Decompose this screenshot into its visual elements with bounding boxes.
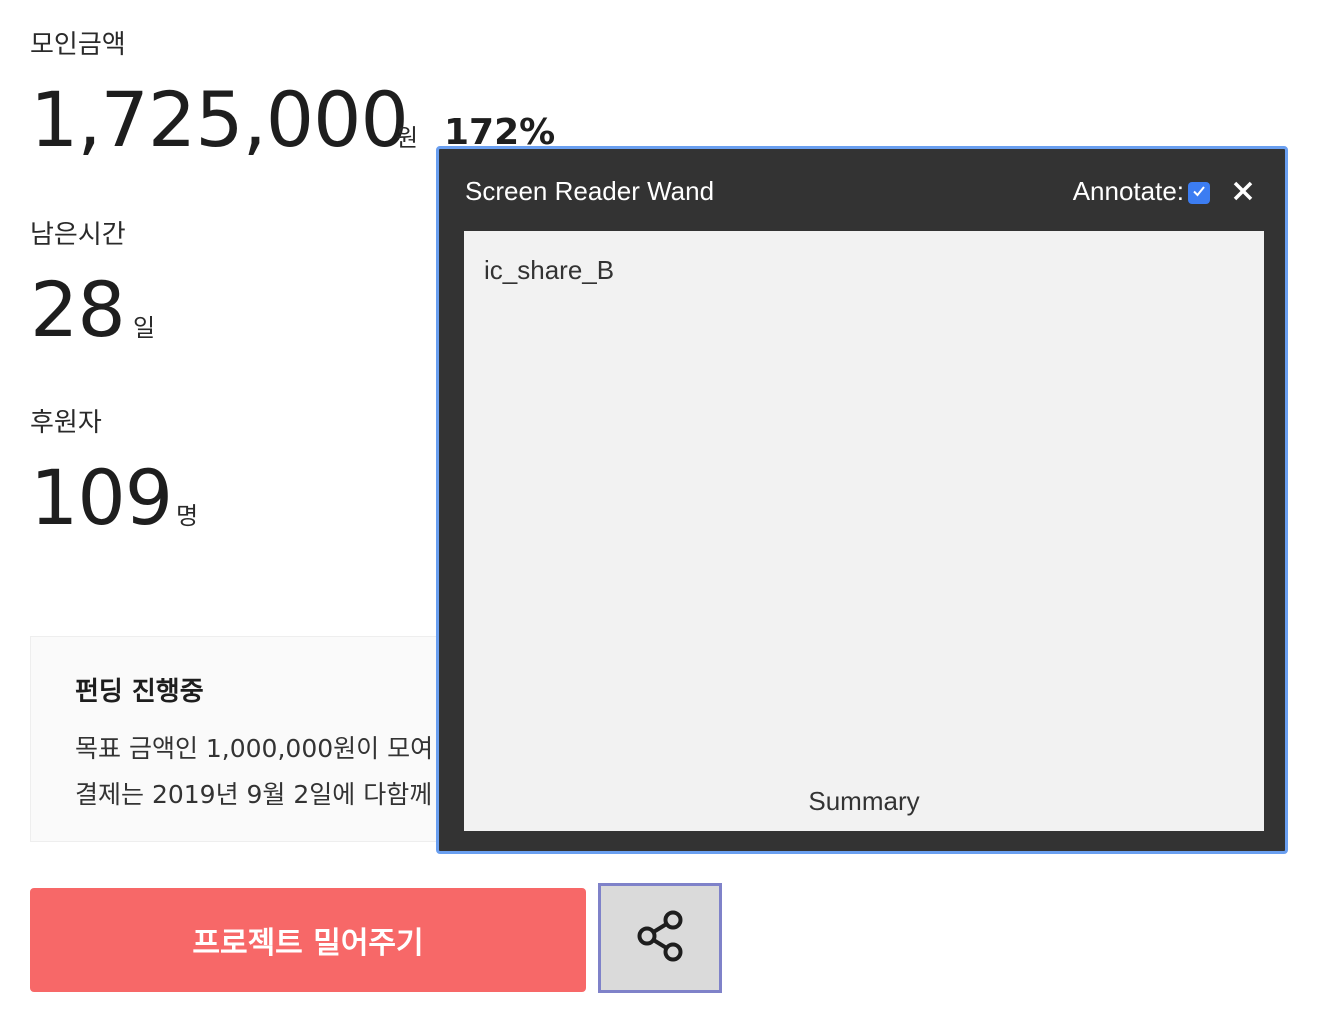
wand-title: Screen Reader Wand (465, 176, 715, 206)
wand-content-area: ic_share_B Summary (464, 231, 1264, 831)
status-line-2: 결제는 2019년 9월 2일에 다함께 (75, 780, 433, 809)
backers-label: 후원자 (30, 408, 102, 438)
backers-value: 109 (30, 453, 173, 542)
support-project-label: 프로젝트 밀어주기 (192, 926, 424, 961)
time-label: 남은시간 (30, 220, 126, 250)
backers-unit: 명 (176, 502, 199, 530)
wand-inner: Screen Reader Wand Annotate: ic_share_B … (444, 154, 1280, 846)
share-button[interactable] (598, 883, 722, 993)
time-unit: 일 (133, 314, 156, 342)
annotate-checkbox[interactable] (1188, 182, 1210, 204)
time-value: 28 (30, 265, 126, 354)
support-project-button[interactable]: 프로젝트 밀어주기 (30, 888, 586, 992)
wand-element-name: ic_share_B (484, 255, 615, 285)
status-title: 펀딩 진행중 (75, 677, 204, 707)
status-line-1: 목표 금액인 1,000,000원이 모여 (75, 734, 434, 763)
checkmark-icon (1191, 183, 1207, 203)
annotate-label: Annotate: (1072, 176, 1184, 206)
share-icon (635, 909, 685, 967)
amount-unit: 원 (396, 124, 419, 152)
close-button[interactable] (1228, 178, 1258, 208)
amount-label: 모인금액 (30, 30, 126, 60)
screen-reader-wand-panel: Screen Reader Wand Annotate: ic_share_B … (436, 146, 1288, 854)
summary-toggle[interactable]: Summary (464, 786, 1264, 817)
amount-value: 1,725,000 (30, 75, 409, 164)
close-icon (1232, 180, 1254, 206)
